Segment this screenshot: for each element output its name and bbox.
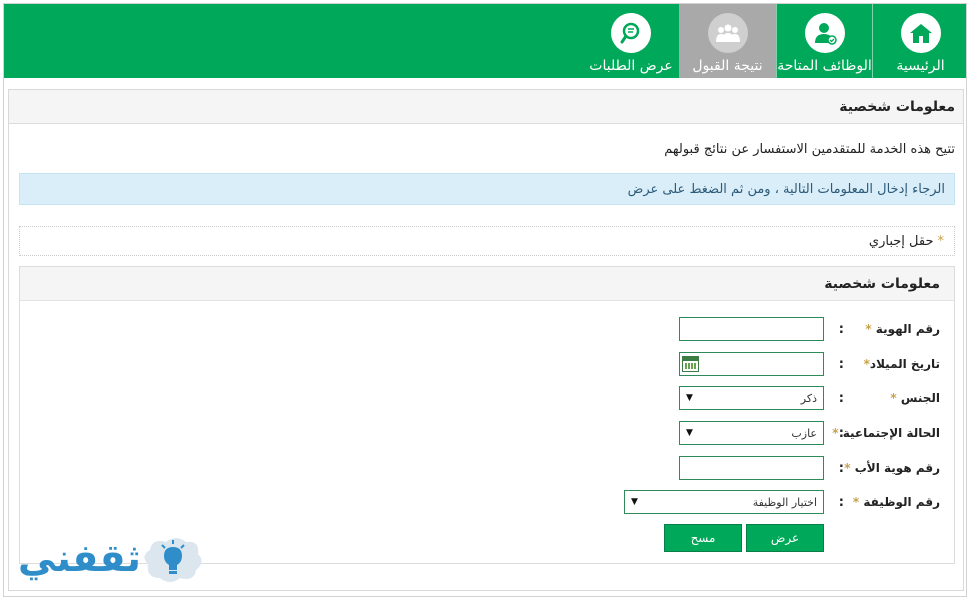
required-legend: * حقل إجباري bbox=[19, 226, 955, 256]
id-number-label: رقم الهوية * bbox=[865, 322, 940, 336]
colon: : bbox=[838, 321, 844, 337]
nav-tab-available-jobs[interactable]: الوظائف المتاحة bbox=[776, 4, 872, 78]
row-id-number: رقم الهوية * : bbox=[18, 317, 954, 341]
gender-select[interactable]: ذكر ▼ bbox=[679, 386, 824, 410]
nav-tab-label: نتيجة القبول bbox=[692, 58, 763, 74]
dropdown-arrow-icon: ▼ bbox=[686, 393, 693, 403]
nav-tab-label: الرئيسية bbox=[896, 58, 945, 74]
job-number-select[interactable]: اختيار الوظيفة ▼ bbox=[624, 490, 824, 514]
colon: : bbox=[838, 425, 844, 441]
row-birth-date: تاريخ الميلاد* : bbox=[18, 352, 954, 376]
main-panel: معلومات شخصية تتيح هذه الخدمة للمتقدمين … bbox=[8, 89, 964, 591]
show-button[interactable]: عرض bbox=[746, 524, 824, 552]
dropdown-arrow-icon: ▼ bbox=[631, 497, 638, 507]
nav-tab-view-requests[interactable]: عرض الطلبات bbox=[583, 4, 679, 78]
group-icon bbox=[707, 13, 748, 53]
personal-info-form: معلومات شخصية رقم الهوية * : تاريخ الميل… bbox=[19, 266, 955, 564]
nav-tab-acceptance-result[interactable]: نتيجة القبول bbox=[679, 4, 776, 78]
colon: : bbox=[838, 390, 844, 406]
watermark-text: ثقفني bbox=[18, 536, 142, 580]
job-number-label: رقم الوظيفة * bbox=[852, 495, 940, 509]
row-job-number: رقم الوظيفة * : اختيار الوظيفة ▼ bbox=[18, 490, 954, 514]
top-nav: الرئيسية الوظائف المتاحة نتيجة القبول عر… bbox=[4, 4, 966, 78]
colon: : bbox=[838, 460, 844, 476]
user-check-icon bbox=[804, 13, 845, 53]
required-star: * bbox=[937, 233, 945, 249]
marital-status-select[interactable]: عازب ▼ bbox=[679, 421, 824, 445]
search-document-icon bbox=[611, 13, 651, 53]
form-title: معلومات شخصية bbox=[20, 267, 954, 301]
father-id-input[interactable] bbox=[679, 456, 824, 480]
home-icon bbox=[900, 13, 941, 53]
dropdown-arrow-icon: ▼ bbox=[686, 428, 693, 438]
gender-label: الجنس * bbox=[890, 391, 940, 405]
father-id-label: رقم هوية الأب * bbox=[844, 461, 940, 475]
nav-tab-label: عرض الطلبات bbox=[589, 58, 673, 74]
row-father-id: رقم هوية الأب * : bbox=[18, 456, 954, 480]
gender-selected: ذكر bbox=[800, 391, 817, 405]
required-legend-text: حقل إجباري bbox=[868, 233, 934, 249]
lightbulb-icon bbox=[144, 538, 202, 582]
calendar-icon[interactable] bbox=[682, 356, 699, 372]
nav-tab-label: الوظائف المتاحة bbox=[777, 58, 872, 74]
marital-status-selected: عازب bbox=[791, 426, 817, 440]
row-marital-status: الحالة الإجتماعية * : عازب ▼ bbox=[18, 421, 954, 445]
watermark-logo: ثقفني bbox=[12, 532, 212, 592]
service-description: تتيح هذه الخدمة للمتقدمين الاستفسار عن ن… bbox=[664, 142, 955, 157]
info-alert: الرجاء إدخال المعلومات التالية ، ومن ثم … bbox=[19, 173, 955, 205]
job-number-selected: اختيار الوظيفة bbox=[752, 495, 817, 509]
colon: : bbox=[838, 494, 844, 510]
row-gender: الجنس * : ذكر ▼ bbox=[18, 386, 954, 410]
clear-button[interactable]: مسح bbox=[664, 524, 742, 552]
page-title: معلومات شخصية bbox=[9, 90, 963, 124]
page-frame: الرئيسية الوظائف المتاحة نتيجة القبول عر… bbox=[3, 3, 967, 597]
marital-status-label: الحالة الإجتماعية * bbox=[832, 426, 940, 440]
nav-tab-home[interactable]: الرئيسية bbox=[872, 4, 966, 78]
info-alert-text: الرجاء إدخال المعلومات التالية ، ومن ثم … bbox=[627, 181, 945, 197]
birth-date-label: تاريخ الميلاد* bbox=[863, 357, 940, 371]
id-number-input[interactable] bbox=[679, 317, 824, 341]
birth-date-input[interactable] bbox=[679, 352, 824, 376]
colon: : bbox=[838, 356, 844, 372]
